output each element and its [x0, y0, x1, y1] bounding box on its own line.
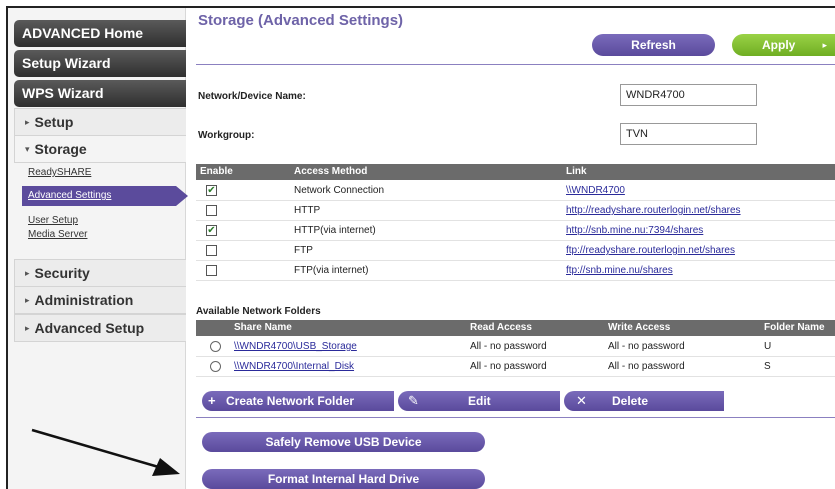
advanced-settings-link[interactable]: Advanced Settings: [22, 186, 188, 206]
close-icon: ✕: [576, 393, 587, 408]
edit-button[interactable]: ✎ Edit: [398, 391, 560, 411]
readyshare-link[interactable]: ReadySHARE: [28, 166, 186, 180]
sidebar-item-setup[interactable]: ▸ Setup: [14, 108, 186, 136]
sidebar-item-label: Setup: [34, 114, 74, 130]
user-setup-link[interactable]: User Setup: [28, 214, 186, 228]
table-row: FTP(via internet) ftp://snb.mine.nu/share…: [196, 261, 835, 281]
sidebar-item-label: Advanced Setup: [34, 320, 145, 336]
table-row: ✔ HTTP(via internet) http://snb.mine.nu:73…: [196, 221, 835, 241]
read-access-cell: All - no password: [470, 361, 547, 372]
folder-name-cell: U: [764, 341, 772, 352]
workgroup-input[interactable]: [620, 123, 757, 145]
storage-submenu-lower: User Setup Media Server: [28, 214, 186, 242]
triangle-right-icon: ▸: [25, 323, 30, 333]
safely-remove-usb-button[interactable]: Safely Remove USB Device: [202, 432, 485, 452]
read-access-cell: All - no password: [470, 341, 547, 352]
refresh-button[interactable]: Refresh: [592, 34, 715, 56]
table-row: \\WNDR4700\USB_Storage All - no password A…: [196, 337, 835, 357]
workgroup-label: Workgroup:: [198, 130, 255, 141]
page-title: Storage (Advanced Settings): [198, 12, 404, 29]
triangle-right-icon: ▸: [25, 268, 30, 278]
sidebar-item-storage[interactable]: ▾ Storage: [14, 135, 186, 163]
plus-icon: +: [208, 393, 216, 408]
network-folders-label: Available Network Folders: [196, 306, 321, 317]
access-link[interactable]: http://readyshare.routerlogin.net/shares: [566, 205, 741, 216]
folders-table-header: Share Name Read Access Write Access Fold…: [196, 320, 835, 336]
delete-button[interactable]: ✕ Delete: [564, 391, 724, 411]
access-method-cell: FTP: [294, 245, 313, 256]
apply-button[interactable]: Apply ▸: [732, 34, 835, 56]
router-admin-window: ADVANCED Home Setup Wizard WPS Wizard ▸ S…: [6, 6, 835, 489]
enable-checkbox[interactable]: [206, 245, 217, 256]
storage-submenu: ReadySHARE: [28, 166, 186, 180]
sidebar: ADVANCED Home Setup Wizard WPS Wizard ▸ S…: [8, 8, 188, 489]
format-drive-button[interactable]: Format Internal Hard Drive: [202, 469, 485, 489]
folder-radio[interactable]: [210, 341, 221, 352]
access-table-header: Enable Access Method Link: [196, 164, 835, 180]
table-row: FTP ftp://readyshare.routerlogin.net/shar…: [196, 241, 835, 261]
device-name-input[interactable]: [620, 84, 757, 106]
access-link[interactable]: \\WNDR4700: [566, 185, 625, 196]
link-column-header: Link: [566, 166, 587, 177]
write-access-cell: All - no password: [608, 361, 685, 372]
table-row: HTTP http://readyshare.routerlogin.net/sh…: [196, 201, 835, 221]
device-name-label: Network/Device Name:: [198, 91, 306, 102]
folder-name-column-header: Folder Name: [764, 322, 825, 333]
apply-label: Apply: [762, 38, 796, 52]
wps-wizard-button[interactable]: WPS Wizard: [14, 80, 186, 107]
create-folder-button[interactable]: + Create Network Folder: [202, 391, 394, 411]
method-column-header: Access Method: [294, 166, 368, 177]
enable-checkbox[interactable]: ✔: [206, 225, 217, 236]
delete-label: Delete: [612, 394, 649, 408]
setup-wizard-button[interactable]: Setup Wizard: [14, 50, 186, 77]
folder-action-bar: + Create Network Folder ✎ Edit ✕ Delete: [202, 391, 832, 411]
advanced-home-button[interactable]: ADVANCED Home: [14, 20, 186, 47]
share-name-link[interactable]: \\WNDR4700\USB_Storage: [234, 341, 357, 352]
divider: [196, 417, 835, 418]
sidebar-item-security[interactable]: ▸ Security: [14, 259, 186, 287]
enable-checkbox[interactable]: [206, 265, 217, 276]
enable-column-header: Enable: [200, 166, 233, 177]
access-method-cell: HTTP(via internet): [294, 225, 376, 236]
enable-checkbox[interactable]: ✔: [206, 185, 217, 196]
access-method-cell: Network Connection: [294, 185, 385, 196]
folder-name-cell: S: [764, 361, 771, 372]
table-row: ✔ Network Connection \\WNDR4700: [196, 181, 835, 201]
share-name-column-header: Share Name: [234, 322, 292, 333]
media-server-link[interactable]: Media Server: [28, 228, 186, 242]
pencil-icon: ✎: [408, 393, 419, 408]
folder-radio[interactable]: [210, 361, 221, 372]
write-access-cell: All - no password: [608, 341, 685, 352]
divider: [196, 64, 835, 65]
sidebar-item-administration[interactable]: ▸ Administration: [14, 286, 186, 314]
triangle-right-icon: ▸: [25, 117, 30, 127]
access-method-cell: HTTP: [294, 205, 321, 216]
table-row: \\WNDR4700\Internal_Disk All - no passwor…: [196, 357, 835, 377]
create-folder-label: Create Network Folder: [226, 394, 355, 408]
sidebar-item-label: Storage: [34, 141, 87, 157]
access-link[interactable]: http://snb.mine.nu:7394/shares: [566, 225, 703, 236]
sidebar-item-label: Administration: [34, 292, 134, 308]
access-link[interactable]: ftp://readyshare.routerlogin.net/shares: [566, 245, 735, 256]
edit-label: Edit: [468, 394, 491, 408]
access-method-cell: FTP(via internet): [294, 265, 369, 276]
read-access-column-header: Read Access: [470, 322, 532, 333]
triangle-right-icon: ▸: [25, 295, 30, 305]
access-link[interactable]: ftp://snb.mine.nu/shares: [566, 265, 673, 276]
write-access-column-header: Write Access: [608, 322, 671, 333]
triangle-right-icon: ▸: [822, 40, 827, 50]
share-name-link[interactable]: \\WNDR4700\Internal_Disk: [234, 361, 354, 372]
sidebar-item-advanced-setup[interactable]: ▸ Advanced Setup: [14, 314, 186, 342]
triangle-down-icon: ▾: [25, 144, 30, 154]
main-content: Storage (Advanced Settings) Refresh Appl…: [196, 8, 835, 489]
enable-checkbox[interactable]: [206, 205, 217, 216]
sidebar-item-label: Security: [34, 265, 90, 281]
